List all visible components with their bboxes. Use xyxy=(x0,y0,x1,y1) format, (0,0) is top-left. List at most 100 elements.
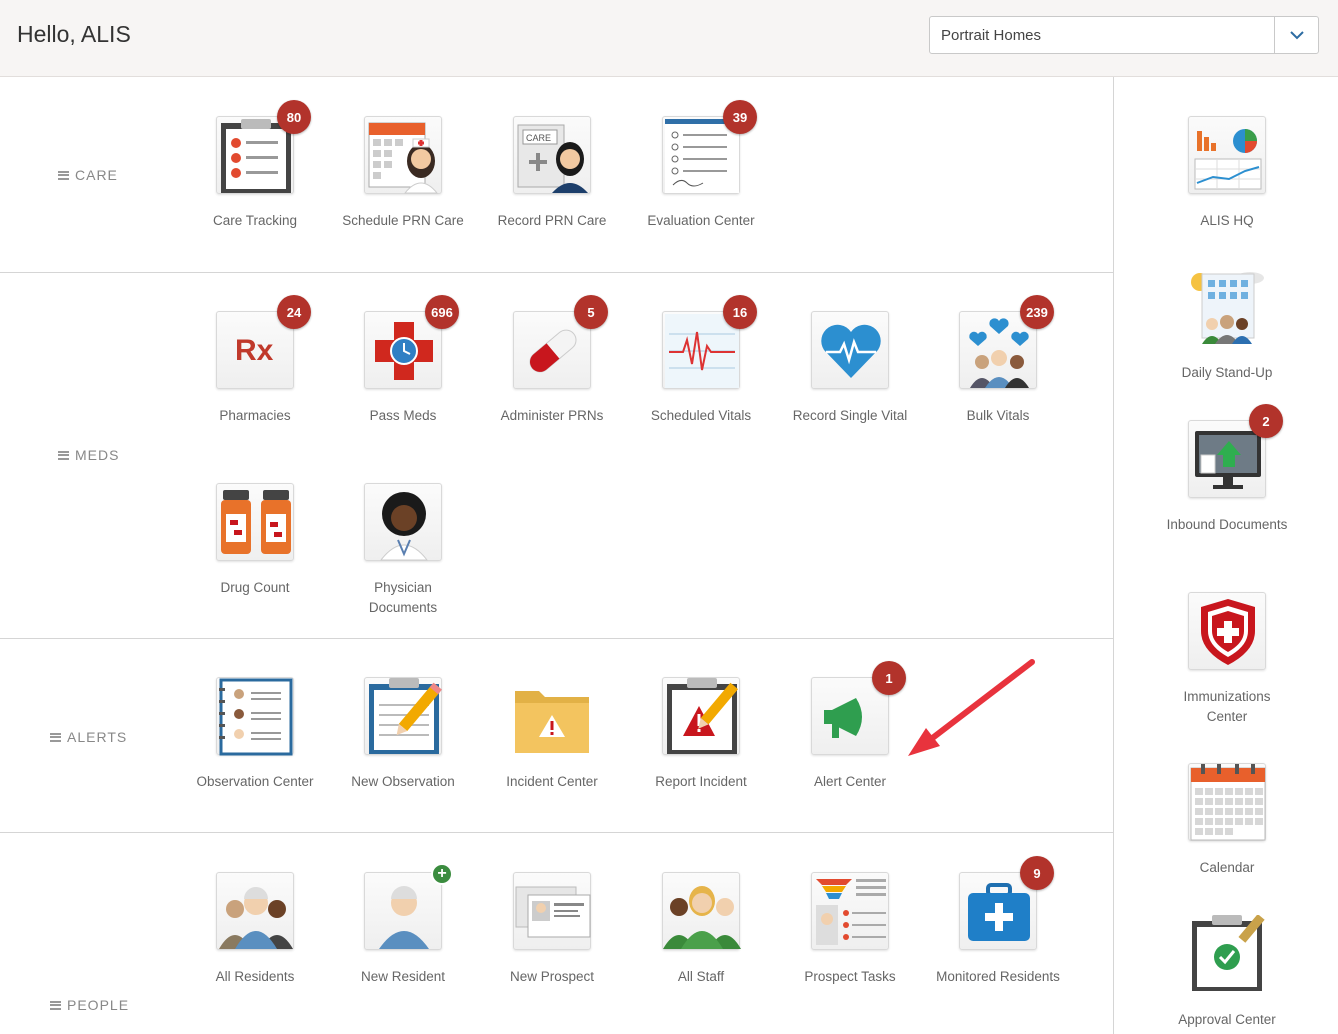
facility-select-value: Portrait Homes xyxy=(941,27,1042,44)
ecg-chart-icon: 16 xyxy=(662,295,757,389)
hamburger-icon xyxy=(50,1000,61,1010)
tile-label: Schedule PRN Care xyxy=(342,213,464,228)
tile-label: All Staff xyxy=(677,969,725,984)
tile-label: New Observation xyxy=(351,774,455,789)
tile-label: New Resident xyxy=(360,969,446,984)
tile-prospect-tasks[interactable]: Prospect Tasks xyxy=(780,872,920,987)
tile-new-resident[interactable]: + New Resident xyxy=(333,863,473,987)
pill-bottles-icon xyxy=(216,483,294,561)
tile-label: Daily Stand-Up xyxy=(1181,365,1273,380)
tile-label: Record PRN Care xyxy=(497,213,607,228)
tile-immunizations-center[interactable]: Immunizations Center xyxy=(1157,592,1297,727)
tile-bulk-vitals[interactable]: 239 Bulk Vitals xyxy=(928,295,1068,426)
administer-prns-badge: 5 xyxy=(574,295,608,329)
chevron-down-icon[interactable] xyxy=(1274,17,1318,53)
rx-icon: Rx 24 xyxy=(216,295,311,389)
tile-observation-center[interactable]: Observation Center xyxy=(185,677,325,792)
svg-text:CARE: CARE xyxy=(526,133,551,143)
facility-select[interactable]: Portrait Homes xyxy=(929,16,1319,54)
tile-label: Calendar xyxy=(1199,860,1255,875)
tile-new-observation[interactable]: New Observation xyxy=(333,677,473,792)
care-plus-icon: CARE xyxy=(513,116,591,194)
tile-pharmacies[interactable]: Rx 24 Pharmacies xyxy=(185,295,325,426)
tile-pass-meds[interactable]: 696 Pass Meds xyxy=(333,295,473,426)
funnel-tasks-icon xyxy=(811,872,889,950)
dashboard-charts-icon xyxy=(1188,116,1266,194)
tile-label: Administer PRNs xyxy=(500,408,604,423)
tile-monitored-residents[interactable]: 9 Monitored Residents xyxy=(928,856,1068,987)
tile-schedule-prn-care[interactable]: Schedule PRN Care xyxy=(333,116,473,231)
tile-record-single-vital[interactable]: Record Single Vital xyxy=(780,311,920,426)
care-label-text: CARE xyxy=(75,167,118,183)
tile-label: Report Incident xyxy=(655,774,747,789)
care-section-label[interactable]: CARE xyxy=(58,167,118,183)
tile-inbound-documents[interactable]: 2 Inbound Documents xyxy=(1157,404,1297,535)
people-section: PEOPLE All Residents + New Resident New … xyxy=(0,833,1113,1034)
tile-alis-hq[interactable]: ALIS HQ xyxy=(1157,116,1297,231)
clipboard-warning-icon xyxy=(662,677,740,755)
staff-group-icon xyxy=(662,872,741,950)
meds-label-text: MEDS xyxy=(75,447,120,463)
tile-report-incident[interactable]: Report Incident xyxy=(631,677,771,792)
tile-label: Prospect Tasks xyxy=(804,969,896,984)
megaphone-icon: 1 xyxy=(811,661,906,755)
tile-drug-count[interactable]: Drug Count xyxy=(185,483,325,598)
monitored-residents-badge: 9 xyxy=(1020,856,1054,890)
tile-label: Alert Center xyxy=(813,774,887,789)
tile-label: Pass Meds xyxy=(369,408,437,423)
shield-cross-icon xyxy=(1188,592,1266,670)
tile-label: Care Tracking xyxy=(212,213,298,228)
people-section-label[interactable]: PEOPLE xyxy=(50,997,129,1013)
tile-label: Pharmacies xyxy=(219,408,291,423)
residents-group-icon xyxy=(216,872,294,950)
svg-text:Rx: Rx xyxy=(235,334,274,367)
tile-label: Monitored Residents xyxy=(936,969,1060,984)
warning-folder-icon xyxy=(513,677,591,755)
top-header: Hello, ALIS Portrait Homes xyxy=(0,0,1338,77)
tile-label: Evaluation Center xyxy=(647,213,755,228)
tile-incident-center[interactable]: Incident Center xyxy=(482,677,622,792)
tile-label: Bulk Vitals xyxy=(966,408,1030,423)
tile-calendar[interactable]: Calendar xyxy=(1157,763,1297,878)
tile-label: Scheduled Vitals xyxy=(650,408,752,423)
resident-add-icon: + xyxy=(364,863,453,950)
tile-administer-prns[interactable]: 5 Administer PRNs xyxy=(482,295,622,426)
nurse-calendar-icon xyxy=(364,116,442,194)
alerts-section-label[interactable]: ALERTS xyxy=(50,729,127,745)
care-tracking-badge: 80 xyxy=(277,100,311,134)
tile-approval-center[interactable]: Approval Center xyxy=(1157,915,1297,1030)
tile-care-tracking[interactable]: 80 Care Tracking xyxy=(185,100,325,231)
pharmacies-badge: 24 xyxy=(277,295,311,329)
hamburger-icon xyxy=(50,732,61,742)
medical-cross-clock-icon: 696 xyxy=(364,295,459,389)
tile-alert-center[interactable]: 1 Alert Center xyxy=(780,661,920,792)
observation-notebook-icon xyxy=(216,677,294,756)
tile-label: Inbound Documents xyxy=(1166,517,1288,532)
tile-all-staff[interactable]: All Staff xyxy=(631,872,771,987)
tile-new-prospect[interactable]: New Prospect xyxy=(482,872,622,987)
tile-physician-documents[interactable]: Physician Documents xyxy=(333,483,473,618)
tile-all-residents[interactable]: All Residents xyxy=(185,872,325,987)
pill-capsule-icon: 5 xyxy=(513,295,608,389)
evaluation-form-icon: 39 xyxy=(662,100,757,194)
meds-section-label[interactable]: MEDS xyxy=(58,447,119,463)
alerts-label-text: ALERTS xyxy=(67,729,128,745)
people-hearts-icon: 239 xyxy=(959,295,1054,389)
tile-record-prn-care[interactable]: CARE Record PRN Care xyxy=(482,116,622,231)
meds-section: MEDS Rx 24 Pharmacies 696 Pass Meds 5 Ad… xyxy=(0,273,1113,639)
tile-label: Physician Documents xyxy=(368,580,438,615)
medical-kit-icon: 9 xyxy=(959,856,1054,950)
add-plus-icon: + xyxy=(431,863,453,885)
tile-daily-stand-up[interactable]: Daily Stand-Up xyxy=(1157,268,1297,383)
tile-label: New Prospect xyxy=(509,969,595,984)
tile-scheduled-vitals[interactable]: 16 Scheduled Vitals xyxy=(631,295,771,426)
right-sidebar: ALIS HQ Daily Stand-Up 2 Inbound Documen… xyxy=(1113,77,1338,1034)
greeting-title: Hello, ALIS xyxy=(17,21,131,47)
care-section: CARE 80 Care Tracking Schedule PRN Care … xyxy=(0,77,1113,273)
physician-icon xyxy=(364,483,442,561)
tile-label: All Residents xyxy=(215,969,295,984)
tile-label: Immunizations Center xyxy=(1183,689,1271,724)
clipboard-pencil-icon xyxy=(364,677,442,755)
people-label-text: PEOPLE xyxy=(67,997,130,1013)
tile-evaluation-center[interactable]: 39 Evaluation Center xyxy=(631,100,771,231)
